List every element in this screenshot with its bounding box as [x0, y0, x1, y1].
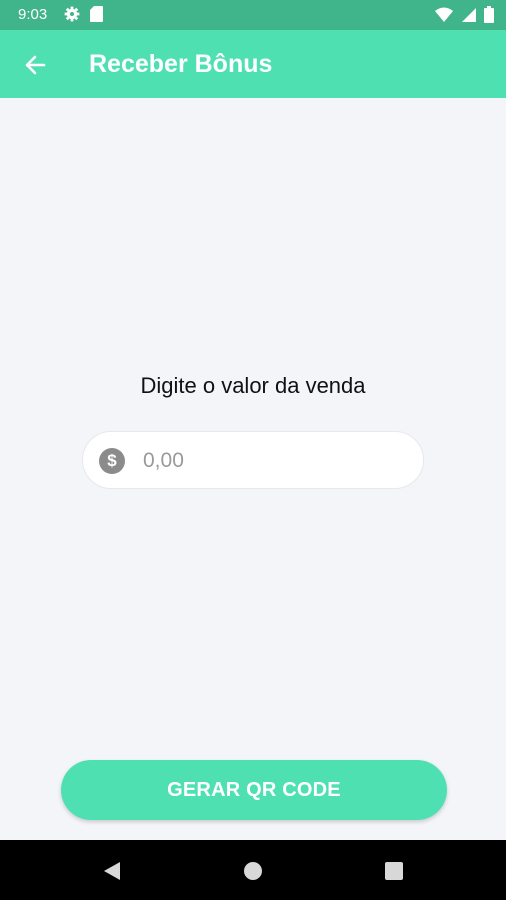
status-left-icons — [64, 6, 103, 22]
arrow-left-icon — [25, 55, 46, 75]
dollar-icon: $ — [99, 448, 125, 474]
app-bar: Receber Bônus — [0, 30, 506, 98]
home-circle-icon[interactable] — [242, 860, 264, 882]
back-triangle-icon[interactable] — [101, 860, 123, 882]
wifi-icon — [435, 7, 453, 22]
page-title: Receber Bônus — [89, 50, 273, 78]
recents-square-icon[interactable] — [383, 860, 405, 882]
amount-field[interactable]: $ — [82, 431, 424, 490]
signal-icon — [462, 7, 476, 22]
amount-input[interactable] — [141, 432, 405, 490]
system-nav-bar — [0, 840, 506, 900]
sd-card-icon — [90, 6, 103, 22]
status-time: 9:03 — [18, 6, 48, 23]
generate-qr-code-button[interactable]: GERAR QR CODE — [61, 760, 447, 820]
back-button[interactable] — [18, 48, 52, 82]
status-right-icons — [435, 6, 494, 23]
battery-icon — [484, 6, 494, 23]
sale-value-prompt: Digite o valor da venda — [140, 373, 366, 398]
gear-icon — [64, 6, 80, 22]
main-content: Digite o valor da venda $ GERAR QR CODE — [0, 98, 506, 840]
status-bar: 9:03 — [0, 0, 506, 30]
